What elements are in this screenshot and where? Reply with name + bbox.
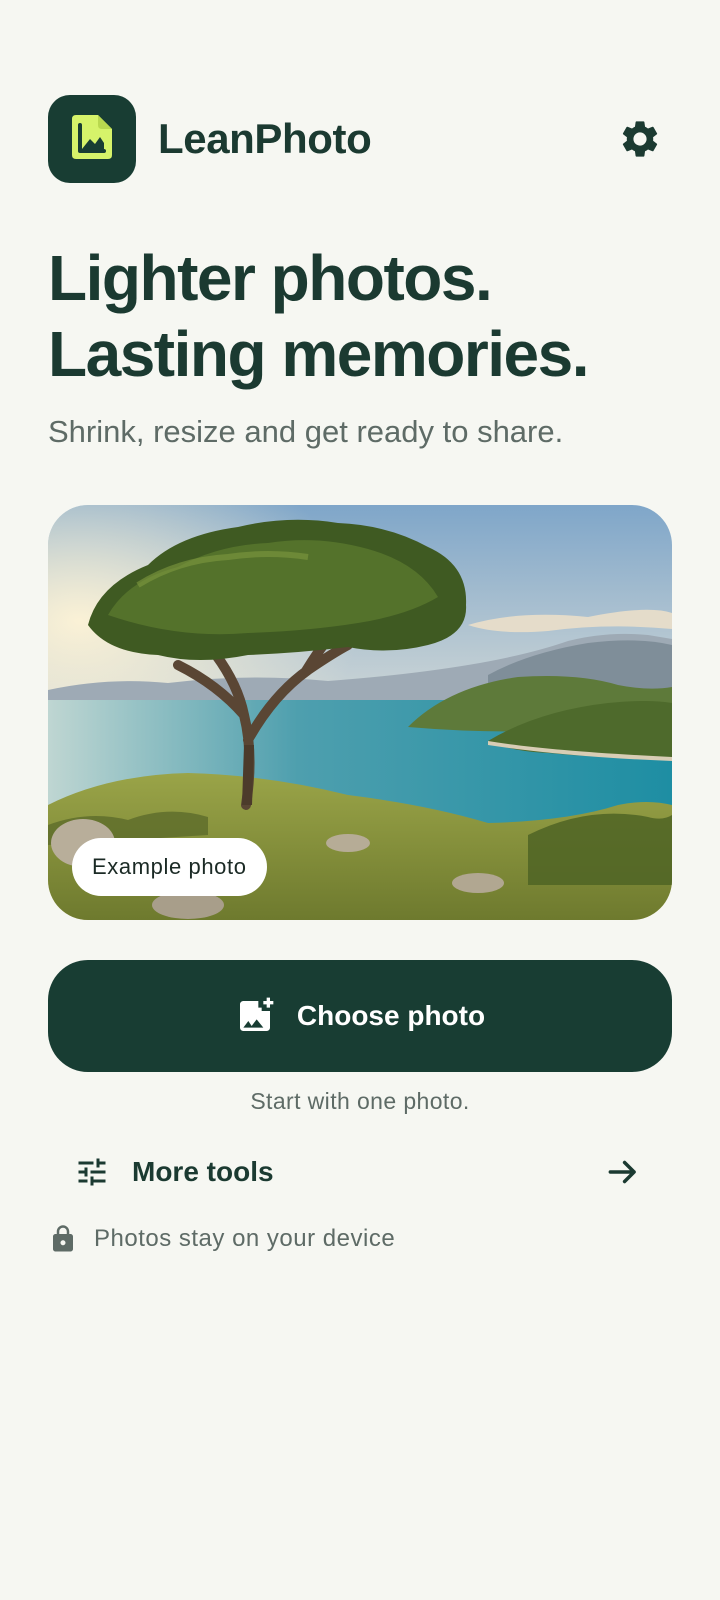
choose-photo-hint: Start with one photo. — [250, 1088, 470, 1114]
app-logo — [48, 95, 136, 183]
headline-line-1: Lighter photos. — [48, 242, 493, 314]
photo-file-icon — [72, 115, 112, 159]
choose-photo-label: Choose photo — [296, 1000, 486, 1031]
app-name: LeanPhoto — [158, 115, 372, 162]
more-tools-button[interactable]: More tools — [48, 1140, 672, 1204]
lock-icon — [53, 1225, 73, 1252]
more-tools-label: More tools — [132, 1156, 274, 1187]
privacy-note: Photos stay on your device — [48, 1224, 395, 1254]
choose-photo-button[interactable]: Choose photo — [48, 960, 672, 1072]
app-header: LeanPhoto — [48, 95, 672, 183]
headline: Lighter photos. Lasting memories. — [48, 240, 688, 392]
arrow-right-icon — [608, 1160, 636, 1184]
subtitle: Shrink, resize and get ready to share. — [48, 414, 564, 449]
example-photo-card: Example photo — [48, 505, 672, 920]
home-screen: LeanPhoto Lighter photos. Lasting memori… — [0, 0, 720, 1600]
privacy-text: Photos stay on your device — [94, 1225, 396, 1252]
add-photo-icon — [239, 997, 274, 1031]
gear-icon — [622, 121, 658, 157]
tune-icon — [78, 1158, 106, 1186]
settings-button[interactable] — [608, 107, 672, 171]
headline-line-2: Lasting memories. — [48, 318, 590, 390]
example-photo-chip: Example photo — [72, 838, 267, 896]
